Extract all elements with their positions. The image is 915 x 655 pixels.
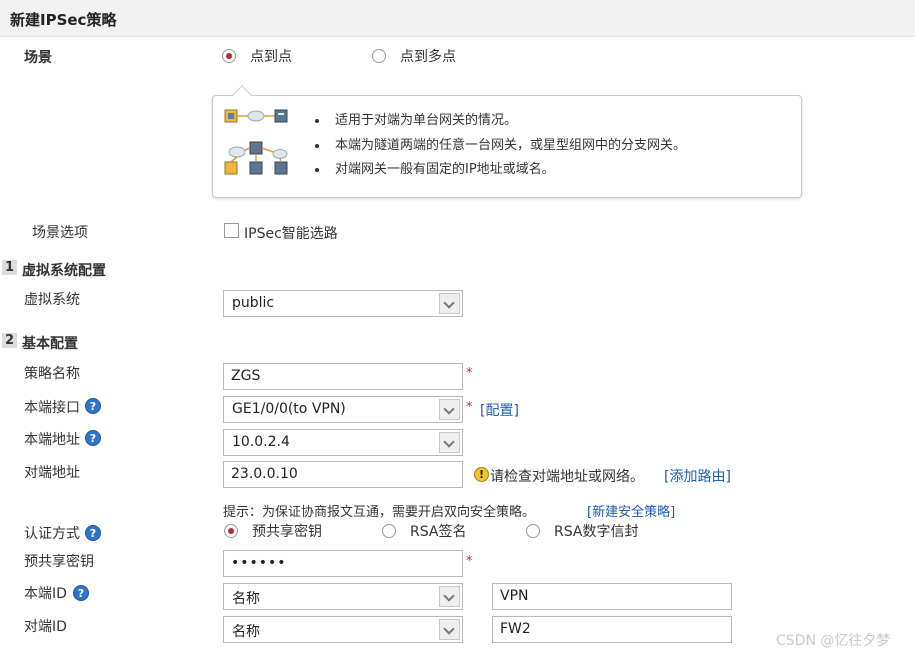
bullet-dot-icon [315,167,319,172]
section-2-number: 2 [2,333,17,348]
auth-radio-rsa-envelope[interactable] [526,524,540,538]
help-icon[interactable]: ? [73,585,89,601]
scene-label: 场景 [24,50,52,66]
page-title: 新建IPSec策略 [10,11,117,29]
add-route-link[interactable]: [添加路由] [664,466,731,486]
chevron-down-icon[interactable] [439,432,460,453]
scene-radio-p2mp[interactable] [372,49,386,63]
local-id-type-value: 名称 [232,591,260,607]
psk-label: 预共享密钥 [24,554,94,570]
new-security-policy-link[interactable]: [新建安全策略] [587,501,675,520]
info-bullet-2: 本端为隧道两端的任意一台网关，或星型组网中的分支网关。 [315,134,686,153]
warning-icon: ! [474,467,489,482]
vsys-select[interactable]: public [223,290,463,317]
help-icon[interactable]: ? [85,430,101,446]
vsys-label: 虚拟系统 [24,292,80,308]
ipsec-smart-route-checkbox[interactable] [224,223,239,238]
auth-radio-psk[interactable] [224,524,238,538]
chevron-down-icon[interactable] [439,586,460,607]
peer-address-label: 对端地址 [24,465,80,481]
psk-input[interactable]: •••••• [223,550,463,577]
peer-id-type-value: 名称 [232,624,260,640]
local-id-type-select[interactable]: 名称 [223,583,463,610]
auth-radio-rsa-sign[interactable] [382,524,396,538]
scene-info-box: 适用于对端为单台网关的情况。 本端为隧道两端的任意一台网关，或星型组网中的分支网… [212,95,802,198]
hint-text: 提示：为保证协商报文互通，需要开启双向安全策略。 [223,505,536,520]
auth-method-label: 认证方式 [24,526,80,542]
info-bullet-3: 对端网关一般有固定的IP地址或域名。 [315,158,555,177]
policy-name-label: 策略名称 [24,366,80,382]
local-address-label: 本端地址 [24,432,80,448]
local-interface-select[interactable]: GE1/0/0(to VPN) [223,396,463,423]
peer-id-type-select[interactable]: 名称 [223,616,463,643]
required-mark: * [466,400,473,415]
peer-id-label: 对端ID [24,619,67,635]
ipsec-smart-route-label[interactable]: IPSec智能选路 [244,223,338,243]
local-interface-value: GE1/0/0(to VPN) [232,401,346,417]
scene-options-label: 场景选项 [32,225,88,241]
local-id-input[interactable]: VPN [492,583,732,610]
auth-option-rsa-sign[interactable]: RSA签名 [410,521,466,541]
required-mark: * [466,554,473,569]
local-interface-label: 本端接口 [24,400,80,416]
configure-interface-link[interactable]: [配置] [480,400,519,420]
section-2-title: 基本配置 [22,336,78,352]
title-bar: 新建IPSec策略 [0,0,915,37]
bullet-dot-icon [315,118,319,123]
info-bullet-1: 适用于对端为单台网关的情况。 [315,109,517,128]
watermark: CSDN @忆往夕梦 [776,633,891,649]
auth-option-rsa-envelope[interactable]: RSA数字信封 [554,521,638,541]
required-mark: * [466,366,473,381]
bullet-dot-icon [315,143,319,148]
section-1-title: 虚拟系统配置 [22,263,106,279]
peer-id-input[interactable]: FW2 [492,616,732,643]
local-id-label: 本端ID [24,586,67,602]
chevron-down-icon[interactable] [439,399,460,420]
scene-radio-p2p[interactable] [222,49,236,63]
peer-address-input[interactable]: 23.0.0.10 [223,461,463,488]
local-address-select[interactable]: 10.0.2.4 [223,429,463,456]
local-address-value: 10.0.2.4 [232,434,290,450]
peer-address-warning: 请检查对端地址或网络。 [490,469,644,485]
policy-name-input[interactable]: ZGS [223,363,463,390]
chevron-down-icon[interactable] [439,619,460,640]
chevron-down-icon[interactable] [439,293,460,314]
vsys-value: public [232,295,275,311]
scene-option-p2p[interactable]: 点到点 [250,46,292,66]
section-1-number: 1 [2,260,17,275]
help-icon[interactable]: ? [85,398,101,414]
auth-option-psk[interactable]: 预共享密钥 [252,521,322,541]
scene-option-p2mp[interactable]: 点到多点 [400,46,456,66]
topology-illustration-icon [224,109,288,175]
help-icon[interactable]: ? [85,525,101,541]
